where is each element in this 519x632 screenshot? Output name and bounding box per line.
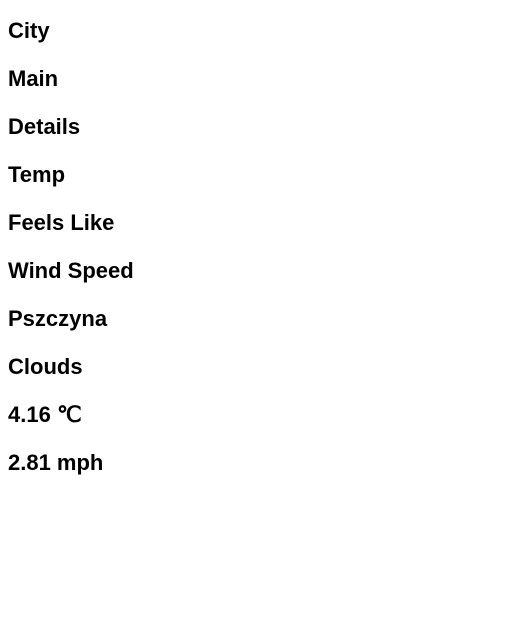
city-name-value: Pszczyna bbox=[8, 306, 108, 331]
main-label: Main bbox=[8, 66, 59, 91]
city-label-row: City bbox=[8, 0, 508, 48]
feels-like-label-row: Feels Like bbox=[8, 192, 508, 240]
wind-speed-value-row: 2.81 mph bbox=[8, 432, 508, 480]
wind-speed-value: 2.81 mph bbox=[8, 450, 104, 475]
main-label-row: Main bbox=[8, 48, 508, 96]
main-value-row: Clouds bbox=[8, 336, 508, 384]
details-label: Details bbox=[8, 114, 81, 139]
main-condition-value: Clouds bbox=[8, 354, 83, 379]
temperature-value-row: 4.16 ℃ bbox=[8, 384, 508, 432]
temp-label-row: Temp bbox=[8, 144, 508, 192]
city-value-row: Pszczyna bbox=[8, 288, 508, 336]
celsius-unit: ℃ bbox=[56, 402, 82, 427]
temperature-number: 4.16 bbox=[8, 402, 51, 427]
details-label-row: Details bbox=[8, 96, 508, 144]
temperature-value: 4.16 ℃ bbox=[8, 401, 82, 429]
weather-panel: City Main Details Temp Feels Like Wind S… bbox=[8, 0, 508, 480]
city-label: City bbox=[8, 18, 50, 43]
wind-speed-label: Wind Speed bbox=[8, 258, 134, 283]
feels-like-label: Feels Like bbox=[8, 210, 115, 235]
temp-label: Temp bbox=[8, 162, 66, 187]
wind-speed-label-row: Wind Speed bbox=[8, 240, 508, 288]
